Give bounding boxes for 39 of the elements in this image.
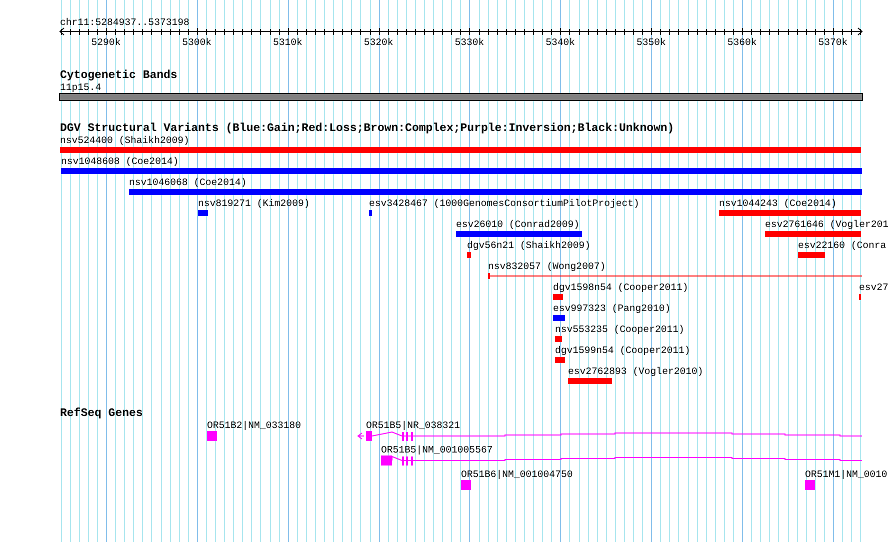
exon-block	[207, 431, 217, 441]
gene-label: OR51B6|NM_001004750	[461, 469, 573, 480]
exon-block	[805, 480, 815, 490]
variant-label: esv2762893 (Vogler2010)	[568, 366, 704, 377]
tick-label: 5290k	[91, 37, 121, 48]
variant-label: nsv1044243 (Coe2014)	[719, 198, 837, 209]
gene-label: OR51B5|NM_001005567	[381, 444, 493, 456]
variant-label: esv2761646 (Vogler201	[765, 219, 888, 230]
tick-label: 5350k	[636, 37, 666, 48]
track-title: RefSeq Genes	[60, 407, 143, 420]
band-label: 11p15.4	[60, 82, 102, 93]
gene-label: OR51B2|NM_033180	[207, 420, 302, 431]
track-title: DGV Structural Variants (Blue:Gain;Red:Loss;Brown:Complex;Purple:Inversion;Black:Unknown)	[60, 122, 674, 135]
tick-label: 5330k	[454, 37, 484, 48]
exon-block	[461, 480, 471, 490]
variant-label: nsv524400 (Shaikh2009)	[60, 135, 190, 146]
variant-label: esv26010 (Conrad2009)	[456, 219, 580, 230]
track-title: Cytogenetic Bands	[60, 69, 178, 82]
tick-label: 5370k	[818, 37, 848, 48]
range-label: chr11:5284937..5373198	[60, 17, 190, 28]
variant-label: esv997323 (Pang2010)	[553, 303, 671, 314]
variant-label: nsv1046068 (Coe2014)	[129, 177, 247, 188]
variant-label: nsv832057 (Wong2007)	[488, 261, 606, 272]
tick-label: 5310k	[273, 37, 302, 48]
variant-label: esv22160 (Conra	[798, 240, 886, 251]
gene-label: OR51B5|NR_038321	[366, 420, 460, 431]
tick-label: 5360k	[727, 37, 757, 48]
variant-label: nsv1048608 (Coe2014)	[61, 156, 179, 167]
variant-label: dgv1599n54 (Cooper2011)	[555, 345, 690, 356]
tick-label: 5300k	[182, 37, 212, 48]
variant-label: esv27	[859, 282, 888, 293]
variant-label: nsv819271 (Kim2009)	[198, 198, 310, 209]
variant-label: dgv1598n54 (Cooper2011)	[553, 282, 688, 293]
tick-label: 5340k	[546, 37, 576, 48]
variant-label: dgv56n21 (Shaikh2009)	[467, 240, 590, 251]
variant-label: esv3428467 (1000GenomesConsortiumPilotProject)	[369, 198, 640, 209]
tick-label: 5320k	[364, 37, 394, 48]
variant-label: nsv553235 (Cooper2011)	[555, 324, 684, 335]
gene-label: OR51M1|NM_0010	[805, 469, 888, 480]
